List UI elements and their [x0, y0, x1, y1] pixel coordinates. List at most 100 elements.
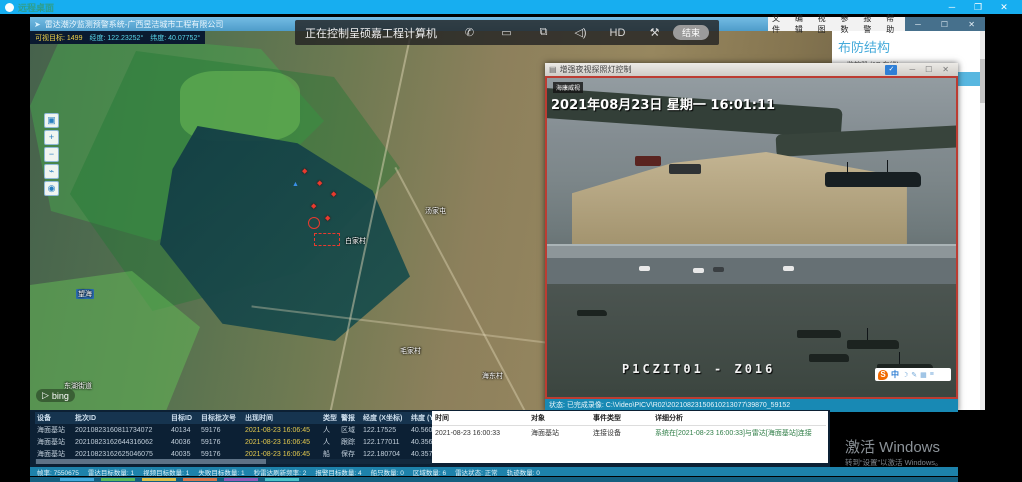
locate-icon[interactable]: ◉: [44, 181, 59, 196]
remote-desktop-icon: [5, 3, 14, 12]
scrollbar-thumb[interactable]: [36, 459, 266, 464]
measure-icon[interactable]: ⌁: [44, 164, 59, 179]
radar-target-table: 设备 批次ID 目标ID 目标批次号 出现时间 类型 警报 经度 (X坐标) 纬…: [35, 412, 432, 458]
menu-alarm[interactable]: 报警: [859, 13, 882, 35]
alert-marker[interactable]: ◆: [311, 202, 316, 210]
boat-mast: [899, 352, 900, 364]
col-type[interactable]: 类型: [321, 412, 339, 424]
watermark-line1: 激活 Windows: [845, 436, 943, 457]
panel-scrollbar-thumb[interactable]: [980, 59, 985, 103]
alert-marker[interactable]: ◆: [325, 214, 330, 222]
restore-button[interactable]: ❐: [965, 2, 991, 13]
bottom-data-panel: 设备 批次ID 目标ID 目标批次号 出现时间 类型 警报 经度 (X坐标) 纬…: [30, 410, 830, 467]
video-window-titlebar[interactable]: ▤ 增强夜视探照灯控制 ✓ ─ ☐ ✕: [545, 63, 958, 76]
video-minimize-button[interactable]: ─: [909, 65, 915, 74]
table-row[interactable]: 海面基站 20210823162644316062 40036 59176 20…: [35, 436, 432, 448]
app-maximize-button[interactable]: ☐: [941, 20, 948, 29]
table-horizontal-scrollbar[interactable]: [35, 459, 432, 464]
zoom-in-icon[interactable]: +: [44, 130, 59, 145]
close-button[interactable]: ✕: [991, 2, 1017, 13]
video-close-button[interactable]: ✕: [942, 65, 949, 74]
tools-icon[interactable]: ⚒: [636, 26, 673, 39]
car: [713, 267, 724, 272]
legend-chip: [60, 478, 94, 481]
truck: [635, 156, 661, 166]
grid-icon: ▤: [549, 65, 557, 74]
col-detail[interactable]: 详细分析: [652, 411, 826, 426]
menu-params[interactable]: 参数: [836, 13, 859, 35]
remote-control-toolbar: 正在控制呈硕嘉工程计算机 ✆ ▭ ⧉ ◁) HD ⚒ 结束: [295, 20, 719, 45]
app-close-button[interactable]: ✕: [968, 20, 975, 29]
menu-edit[interactable]: 编辑: [791, 13, 814, 35]
clipboard-icon[interactable]: ⧉: [525, 26, 562, 39]
map-toolbar: ▣ + − ⌁ ◉: [44, 113, 59, 196]
video-maximize-button[interactable]: ☐: [925, 65, 932, 74]
track-marker[interactable]: ▲: [292, 181, 299, 188]
speaker-icon[interactable]: ◁): [562, 26, 599, 39]
table-row[interactable]: 海面基站 20210823162625046075 40035 59176 20…: [35, 448, 432, 458]
menu-view[interactable]: 视图: [814, 13, 837, 35]
col-longitude[interactable]: 经度 (X坐标): [361, 412, 409, 424]
alert-region-marker[interactable]: [314, 233, 340, 246]
remote-desktop-titlebar: 远程桌面 ─ ❐ ✕: [0, 0, 1022, 14]
map-label: 白家村: [345, 236, 366, 246]
alert-marker[interactable]: ◆: [317, 179, 322, 187]
zoom-out-icon[interactable]: −: [44, 147, 59, 162]
alert-marker[interactable]: ◆: [331, 190, 336, 198]
video-feed[interactable]: 海康威视 2021年08月23日 星期一 16:01:11 P1CZIT01 -…: [545, 76, 958, 399]
table-header-row: 时间 对象 事件类型 详细分析: [432, 411, 826, 426]
status-segment: 秒雷达刷新频率: 2: [254, 467, 307, 476]
bing-label: bing: [52, 391, 69, 401]
status-segment: 报警目标数量: 4: [315, 467, 361, 476]
boat-mast: [867, 328, 868, 340]
box-select-icon[interactable]: ▣: [44, 113, 59, 128]
longitude-readout: 经度: 122.23252°: [89, 33, 143, 43]
legend-chip: [265, 478, 299, 481]
col-alert[interactable]: 警报: [339, 412, 361, 424]
keyboard-icon[interactable]: ▦: [920, 371, 927, 379]
minimize-button[interactable]: ─: [939, 2, 965, 12]
status-segment: 区域数量: 6: [413, 467, 446, 476]
alert-marker[interactable]: ◆: [302, 167, 307, 175]
quay-wall: [547, 244, 956, 258]
col-target-id[interactable]: 目标ID: [169, 412, 199, 424]
col-target-batch[interactable]: 目标批次号: [199, 412, 243, 424]
screen-icon[interactable]: ▭: [488, 26, 525, 39]
table-row[interactable]: 海面基站 20210823160811734072 40134 59176 20…: [35, 424, 432, 436]
table-row[interactable]: 2021-08-23 16:00:33 海面基站 连接设备 系统在[2021-0…: [432, 426, 826, 441]
end-session-button[interactable]: 结束: [673, 25, 709, 40]
phone-icon[interactable]: ✆: [451, 26, 488, 39]
input-mode-toggle[interactable]: 中: [891, 369, 899, 380]
legend-chip: [142, 478, 176, 481]
app-menubar: 文件 编辑 视图 参数 报警 帮助: [768, 17, 905, 31]
app-minimize-button[interactable]: ─: [915, 20, 921, 29]
col-event-type[interactable]: 事件类型: [590, 411, 652, 426]
car: [783, 266, 794, 271]
col-batch-id[interactable]: 批次ID: [73, 412, 169, 424]
hd-icon[interactable]: HD: [599, 27, 636, 39]
alert-circle-marker[interactable]: [308, 217, 320, 229]
col-appear-time[interactable]: 出现时间: [243, 412, 321, 424]
night-mode-icon[interactable]: ☽: [902, 371, 908, 379]
map-label: 望海: [76, 289, 94, 299]
small-boat: [797, 330, 841, 338]
video-window: ▤ 增强夜视探照灯控制 ✓ ─ ☐ ✕ 海康威视 2021年08月23日 星期一…: [545, 63, 958, 412]
event-log-table: 时间 对象 事件类型 详细分析 2021-08-23 16:00:33 海面基站…: [432, 411, 828, 463]
panel-scrollbar[interactable]: [980, 31, 985, 410]
pin-checkbox[interactable]: ✓: [885, 65, 897, 75]
col-latitude[interactable]: 纬度 (Y坐标): [409, 412, 432, 424]
sogou-logo-icon[interactable]: S: [878, 370, 888, 380]
car: [693, 268, 704, 273]
small-boat: [847, 340, 899, 349]
col-time[interactable]: 时间: [432, 411, 528, 426]
legend-chip: [183, 478, 217, 481]
menu-icon[interactable]: ≡: [930, 371, 934, 378]
pen-icon[interactable]: ✎: [911, 371, 917, 379]
status-segment: 帧率: 7550675: [37, 467, 79, 476]
menu-file[interactable]: 文件: [768, 13, 791, 35]
col-device[interactable]: 设备: [35, 412, 73, 424]
moored-boat: [825, 172, 921, 187]
col-object[interactable]: 对象: [528, 411, 590, 426]
menu-help[interactable]: 帮助: [882, 13, 905, 35]
bing-icon: ▷: [42, 390, 49, 401]
